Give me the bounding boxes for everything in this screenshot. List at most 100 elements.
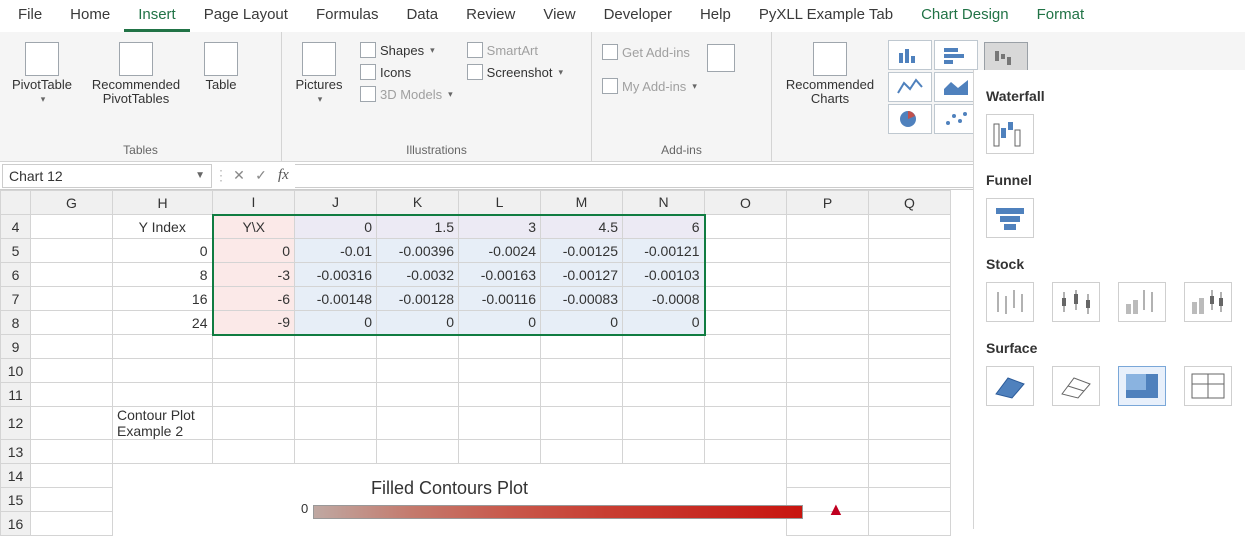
stock-vhlc-thumb[interactable] xyxy=(1118,282,1166,322)
row-header-7[interactable]: 7 xyxy=(1,287,31,311)
cell-J5[interactable]: -0.01 xyxy=(295,239,377,263)
cell-P8[interactable] xyxy=(787,311,869,335)
cell-N6[interactable]: -0.00103 xyxy=(623,263,705,287)
cell-H8[interactable]: 24 xyxy=(113,311,213,335)
fx-label[interactable]: fx xyxy=(272,167,295,184)
cell-G4[interactable] xyxy=(31,215,113,239)
cell-N5[interactable]: -0.00121 xyxy=(623,239,705,263)
cell-M8[interactable]: 0 xyxy=(541,311,623,335)
cell-Q7[interactable] xyxy=(869,287,951,311)
my-addins-button[interactable]: My Add-ins xyxy=(598,76,701,96)
cell-M4[interactable]: 4.5 xyxy=(541,215,623,239)
contour-wire-thumb[interactable] xyxy=(1184,366,1232,406)
cell-O8[interactable] xyxy=(705,311,787,335)
cell-O5[interactable] xyxy=(705,239,787,263)
col-header-H[interactable]: H xyxy=(113,191,213,215)
stock-ohlc-thumb[interactable] xyxy=(1052,282,1100,322)
row-header-14[interactable]: 14 xyxy=(1,464,31,488)
cell-O7[interactable] xyxy=(705,287,787,311)
cell-Q6[interactable] xyxy=(869,263,951,287)
row-header-9[interactable]: 9 xyxy=(1,335,31,359)
cell-P7[interactable] xyxy=(787,287,869,311)
cell-I5[interactable]: 0 xyxy=(213,239,295,263)
table-button[interactable]: Table xyxy=(194,40,248,94)
contour-thumb[interactable] xyxy=(1118,366,1166,406)
tab-chart-design[interactable]: Chart Design xyxy=(907,2,1023,32)
cell-L4[interactable]: 3 xyxy=(459,215,541,239)
tab-review[interactable]: Review xyxy=(452,2,529,32)
get-addins-button[interactable]: Get Add-ins xyxy=(598,42,701,62)
column-chart-button[interactable] xyxy=(888,40,932,70)
row-header-8[interactable]: 8 xyxy=(1,311,31,335)
surface-3d-thumb[interactable] xyxy=(986,366,1034,406)
col-header-L[interactable]: L xyxy=(459,191,541,215)
line-chart-button[interactable] xyxy=(888,72,932,102)
cell-J6[interactable]: -0.00316 xyxy=(295,263,377,287)
tab-data[interactable]: Data xyxy=(392,2,452,32)
cell-L8[interactable]: 0 xyxy=(459,311,541,335)
row-header-6[interactable]: 6 xyxy=(1,263,31,287)
cell-H5[interactable]: 0 xyxy=(113,239,213,263)
waterfall-chart-button[interactable] xyxy=(984,42,1028,72)
area-chart-button[interactable] xyxy=(934,72,978,102)
enter-formula-button[interactable]: ✓ xyxy=(250,164,272,188)
cell-L6[interactable]: -0.00163 xyxy=(459,263,541,287)
col-header-M[interactable]: M xyxy=(541,191,623,215)
recommended-charts-button[interactable]: Recommended Charts xyxy=(778,40,882,109)
formula-bar-splitter[interactable]: ⋮ xyxy=(214,167,228,184)
tab-developer[interactable]: Developer xyxy=(590,2,686,32)
col-header-P[interactable]: P xyxy=(787,191,869,215)
col-header-J[interactable]: J xyxy=(295,191,377,215)
tab-page-layout[interactable]: Page Layout xyxy=(190,2,302,32)
cell-N4[interactable]: 6 xyxy=(623,215,705,239)
cell-Q5[interactable] xyxy=(869,239,951,263)
tab-format[interactable]: Format xyxy=(1023,2,1099,32)
screenshot-button[interactable]: Screenshot xyxy=(463,62,567,82)
tab-formulas[interactable]: Formulas xyxy=(302,2,393,32)
row-header-12[interactable]: 12 xyxy=(1,407,31,440)
cell-L7[interactable]: -0.00116 xyxy=(459,287,541,311)
cell-P4[interactable] xyxy=(787,215,869,239)
shapes-button[interactable]: Shapes xyxy=(356,40,457,60)
waterfall-thumb[interactable] xyxy=(986,114,1034,154)
scatter-chart-button[interactable] xyxy=(934,104,978,134)
cell-I7[interactable]: -6 xyxy=(213,287,295,311)
cell-K5[interactable]: -0.00396 xyxy=(377,239,459,263)
cell-J8[interactable]: 0 xyxy=(295,311,377,335)
row-header-4[interactable]: 4 xyxy=(1,215,31,239)
pivottable-button[interactable]: PivotTable xyxy=(6,40,78,107)
cell-I8[interactable]: -9 xyxy=(213,311,295,335)
cell-K6[interactable]: -0.0032 xyxy=(377,263,459,287)
cell-I4[interactable]: Y\X xyxy=(213,215,295,239)
row-header-5[interactable]: 5 xyxy=(1,239,31,263)
bing-maps-icon[interactable] xyxy=(707,44,735,72)
cell-Q8[interactable] xyxy=(869,311,951,335)
cell-J7[interactable]: -0.00148 xyxy=(295,287,377,311)
col-header-G[interactable]: G xyxy=(31,191,113,215)
stock-vohlc-thumb[interactable] xyxy=(1184,282,1232,322)
surface-wire-thumb[interactable] xyxy=(1052,366,1100,406)
cell-P5[interactable] xyxy=(787,239,869,263)
row-header-15[interactable]: 15 xyxy=(1,488,31,512)
col-header-Q[interactable]: Q xyxy=(869,191,951,215)
embedded-chart[interactable]: Filled Contours Plot 0 ▲ xyxy=(113,464,787,536)
row-header-11[interactable]: 11 xyxy=(1,383,31,407)
tab-pyxll[interactable]: PyXLL Example Tab xyxy=(745,2,907,32)
tab-insert[interactable]: Insert xyxy=(124,2,190,32)
cell-M6[interactable]: -0.00127 xyxy=(541,263,623,287)
cell-I6[interactable]: -3 xyxy=(213,263,295,287)
cell-N7[interactable]: -0.0008 xyxy=(623,287,705,311)
recommended-pivottables-button[interactable]: Recommended PivotTables xyxy=(84,40,188,109)
cell-G6[interactable] xyxy=(31,263,113,287)
col-header-I[interactable]: I xyxy=(213,191,295,215)
cell-H6[interactable]: 8 xyxy=(113,263,213,287)
cell-G8[interactable] xyxy=(31,311,113,335)
cell-Q4[interactable] xyxy=(869,215,951,239)
name-box-dropdown-icon[interactable]: ▼ xyxy=(195,170,205,181)
cell-H4[interactable]: Y Index xyxy=(113,215,213,239)
row-header-13[interactable]: 13 xyxy=(1,440,31,464)
tab-home[interactable]: Home xyxy=(56,2,124,32)
row-header-10[interactable]: 10 xyxy=(1,359,31,383)
pictures-button[interactable]: Pictures xyxy=(288,40,350,107)
tab-view[interactable]: View xyxy=(529,2,589,32)
